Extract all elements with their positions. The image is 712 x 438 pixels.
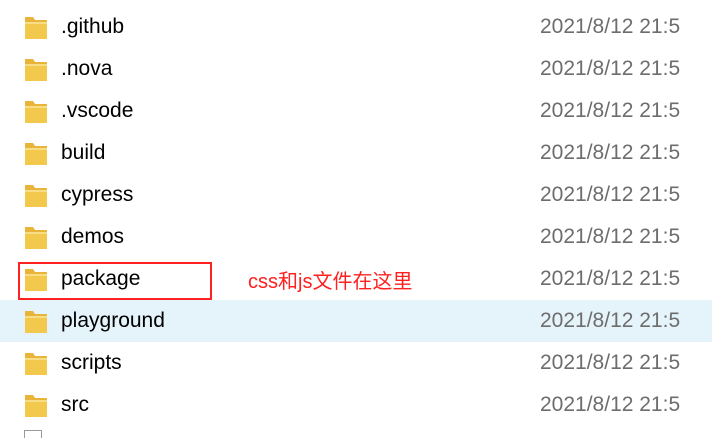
file-name: .nova: [61, 57, 113, 80]
file-name: demos: [61, 225, 125, 248]
file-date: 2021/8/12 21:5: [540, 99, 681, 122]
file-date: 2021/8/12 21:5: [540, 141, 681, 164]
file-date: 2021/8/12 21:5: [540, 183, 681, 206]
folder-icon: [25, 353, 47, 375]
folder-icon: [25, 311, 47, 333]
file-row-github[interactable]: .github 2021/8/12 21:5: [0, 6, 712, 48]
file-date: 2021/8/12 21:5: [540, 225, 681, 248]
file-date: 2021/8/12 21:5: [540, 309, 681, 332]
file-row-build[interactable]: build 2021/8/12 21:5: [0, 132, 712, 174]
file-name: .vscode: [61, 99, 134, 122]
file-row-scripts[interactable]: scripts 2021/8/12 21:5: [0, 342, 712, 384]
file-name: build: [61, 141, 106, 164]
file-date: 2021/8/12 21:5: [540, 351, 681, 374]
file-date: 2021/8/12 21:5: [540, 267, 681, 290]
file-date: 2021/8/12 21:5: [540, 15, 681, 38]
file-name: .github: [61, 15, 125, 38]
file-date: 2021/8/12 21:5: [540, 57, 681, 80]
file-list: .github 2021/8/12 21:5 .nova 2021/8/12 2…: [0, 0, 712, 438]
file-name: playground: [61, 309, 165, 332]
file-row-partial[interactable]: [0, 420, 712, 438]
file-row-demos[interactable]: demos 2021/8/12 21:5: [0, 216, 712, 258]
file-name: cypress: [61, 183, 134, 206]
file-row-playground[interactable]: playground 2021/8/12 21:5: [0, 300, 712, 342]
annotation-text: css和js文件在这里: [248, 271, 413, 293]
file-icon: [24, 430, 42, 438]
file-row-vscode[interactable]: .vscode 2021/8/12 21:5: [0, 90, 712, 132]
folder-icon: [25, 185, 47, 207]
file-row-cypress[interactable]: cypress 2021/8/12 21:5: [0, 174, 712, 216]
folder-icon: [25, 395, 47, 417]
highlight-box: [18, 262, 212, 300]
folder-icon: [25, 227, 47, 249]
folder-icon: [25, 143, 47, 165]
file-name: scripts: [61, 351, 122, 374]
folder-icon: [25, 17, 47, 39]
folder-icon: [25, 59, 47, 81]
file-row-nova[interactable]: .nova 2021/8/12 21:5: [0, 48, 712, 90]
folder-icon: [25, 101, 47, 123]
